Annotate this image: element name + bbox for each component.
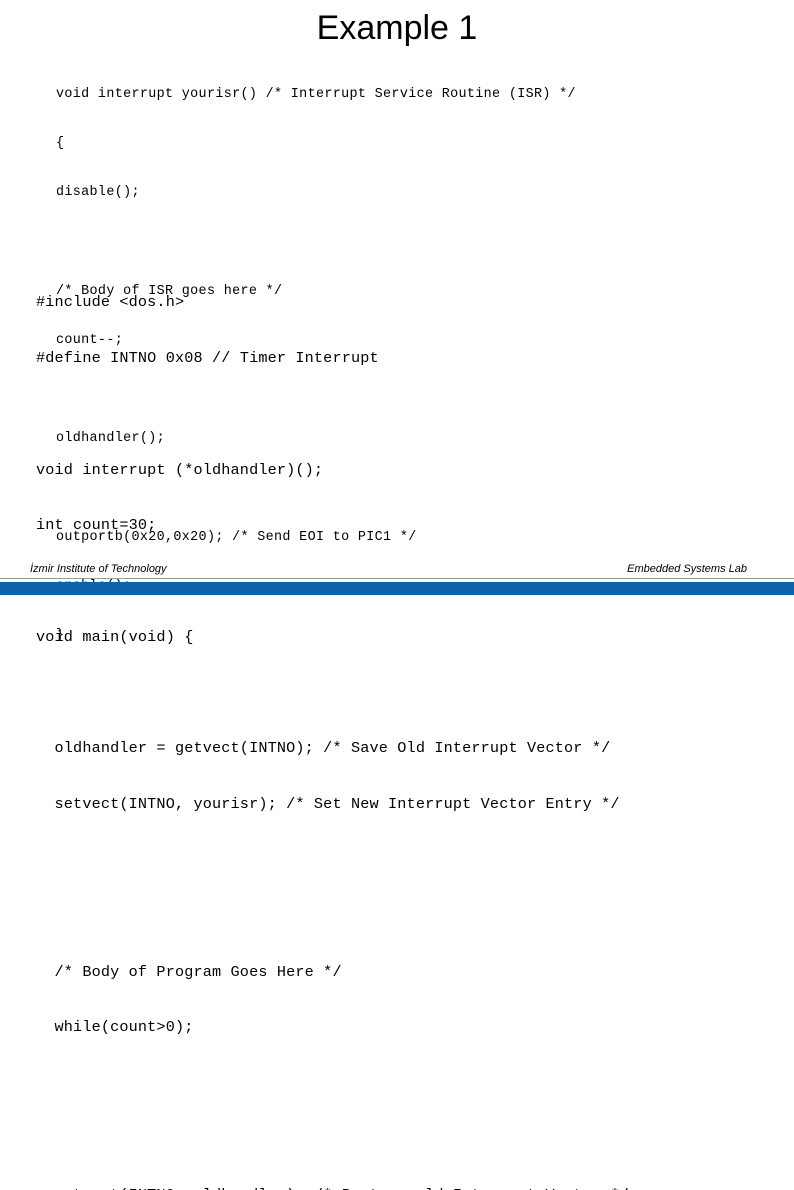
code-line: #define INTNO 0x08 // Timer Interrupt [36,348,379,367]
code-line: int count=30; [36,516,157,535]
code-line: void interrupt yourisr() /* Interrupt Se… [56,86,576,102]
code-line: setvect(INTNO, oldhandler); /* Restore o… [36,1186,629,1190]
footer-lab: Embedded Systems Lab [627,563,747,575]
code-line: while(count>0); [36,1018,194,1037]
page-title: Example 1 [316,9,478,47]
code-line: #include <dos.h> [36,293,185,312]
slide-canvas: Example 1 void interrupt yourisr() /* In… [0,0,794,1190]
code-line: void interrupt (*oldhandler)(); [36,460,324,479]
code-line: /* Body of Program Goes Here */ [36,962,342,981]
code-line: oldhandler = getvect(INTNO); /* Save Old… [36,739,611,758]
footer-accent-bar [0,582,794,595]
code-line: { [56,136,65,152]
code-block-main: #include <dos.h> #define INTNO 0x08 // T… [36,256,629,1190]
footer-divider [0,578,794,579]
code-line: void main(void) { [36,627,194,646]
code-line: disable(); [56,185,140,201]
code-line: setvect(INTNO, yourisr); /* Set New Inte… [36,795,620,814]
footer-institution: İzmir Institute of Technology [30,563,167,575]
